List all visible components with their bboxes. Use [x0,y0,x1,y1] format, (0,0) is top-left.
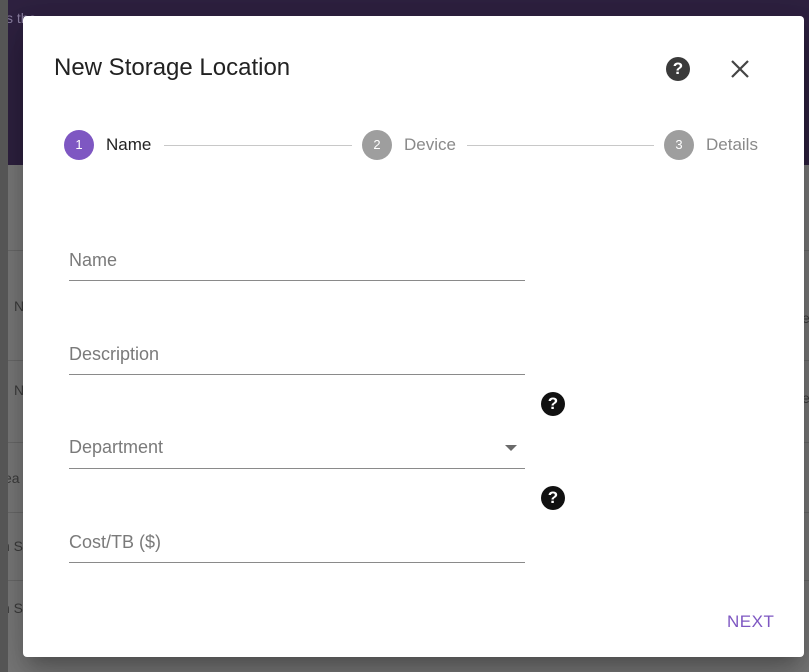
step-connector [467,145,654,146]
step-label: Device [404,135,456,154]
department-help-icon[interactable]: ? [541,392,565,416]
dialog-title: New Storage Location [54,54,291,81]
step-number: 2 [362,130,392,160]
step-number: 3 [664,130,694,160]
step-details: 3 Details [664,130,758,160]
description-field [69,334,525,375]
next-button[interactable]: NEXT [723,610,778,634]
chevron-down-icon [505,445,517,451]
step-name: 1 Name [64,130,151,160]
department-select-label: Department [69,437,164,457]
step-number: 1 [64,130,94,160]
step-label: Details [706,135,758,154]
background-left-edge [0,0,8,672]
close-icon[interactable] [727,56,753,82]
name-field [69,240,525,281]
cost-help-icon[interactable]: ? [541,486,565,510]
cost-per-tb-input[interactable] [69,522,525,562]
help-icon[interactable]: ? [666,57,690,81]
name-input[interactable] [69,240,525,280]
step-device: 2 Device [362,130,456,160]
department-select[interactable]: Department [69,428,525,469]
description-input[interactable] [69,334,525,374]
new-storage-location-dialog: New Storage Location ? 1 Name 2 Device 3… [23,16,804,657]
step-connector [164,145,352,146]
cost-field [69,522,525,563]
close-icon-glyph [731,60,749,78]
step-label: Name [106,135,152,154]
